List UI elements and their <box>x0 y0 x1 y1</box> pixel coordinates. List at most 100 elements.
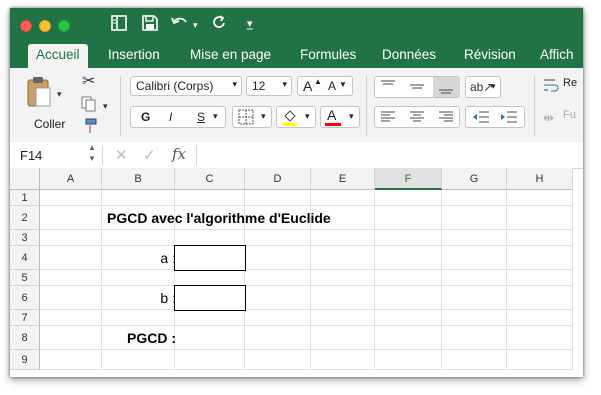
align-middle-icon[interactable] <box>408 79 426 99</box>
name-box-down-icon[interactable]: ▼ <box>88 154 96 163</box>
cell[interactable] <box>375 270 442 286</box>
underline-dropdown-icon[interactable]: ▾ <box>213 111 218 122</box>
enter-icon[interactable]: ✓ <box>143 146 156 164</box>
align-right-icon[interactable] <box>437 110 455 128</box>
cell[interactable] <box>375 286 442 310</box>
row-header[interactable]: 1 <box>10 190 40 206</box>
undo-dropdown-icon[interactable]: ▾ <box>193 15 198 35</box>
cell[interactable] <box>40 286 102 310</box>
cell[interactable] <box>311 286 375 310</box>
borders-button[interactable]: ▾ <box>232 106 272 128</box>
cell[interactable] <box>40 206 102 230</box>
grow-font-button[interactable]: A <box>303 78 312 94</box>
cell[interactable] <box>311 246 375 270</box>
cell[interactable] <box>245 190 311 206</box>
cell[interactable] <box>442 270 507 286</box>
cell[interactable] <box>375 350 442 370</box>
cell[interactable] <box>375 246 442 270</box>
align-center-icon[interactable] <box>408 110 426 128</box>
name-box-up-icon[interactable]: ▲ <box>88 143 96 152</box>
cell[interactable] <box>311 230 375 246</box>
increase-indent-icon[interactable] <box>499 110 519 128</box>
cell[interactable] <box>40 190 102 206</box>
cell[interactable] <box>40 230 102 246</box>
minimize-button[interactable] <box>39 20 51 32</box>
cell[interactable] <box>442 326 507 350</box>
cell[interactable] <box>375 230 442 246</box>
align-top-icon[interactable] <box>379 79 397 99</box>
cell[interactable] <box>40 326 102 350</box>
cell[interactable] <box>40 310 102 326</box>
cell[interactable] <box>375 326 442 350</box>
cell[interactable] <box>442 310 507 326</box>
cell[interactable] <box>442 206 507 230</box>
zoom-button[interactable] <box>58 20 70 32</box>
wrap-text-label[interactable]: Re <box>563 77 577 89</box>
cell[interactable] <box>175 326 245 350</box>
cell[interactable] <box>245 286 311 310</box>
cell[interactable] <box>175 310 245 326</box>
cell[interactable] <box>507 206 573 230</box>
tab-0[interactable]: Accueil <box>28 44 88 68</box>
tab-3[interactable]: Formules <box>300 44 356 68</box>
row-header[interactable]: 2 <box>10 206 40 230</box>
name-box[interactable]: F14 <box>20 148 42 163</box>
tab-1[interactable]: Insertion <box>108 44 160 68</box>
cell[interactable] <box>311 270 375 286</box>
row-header[interactable]: 8 <box>10 326 40 350</box>
cell[interactable] <box>507 246 573 270</box>
close-button[interactable] <box>20 20 32 32</box>
cell[interactable] <box>507 350 573 370</box>
tab-5[interactable]: Révision <box>464 44 516 68</box>
cell[interactable] <box>245 326 311 350</box>
copy-dropdown-icon[interactable]: ▾ <box>103 98 108 114</box>
redo-icon[interactable] <box>210 14 228 38</box>
column-header[interactable]: G <box>442 168 507 190</box>
cell[interactable] <box>40 246 102 270</box>
cell[interactable] <box>245 270 311 286</box>
cell[interactable] <box>507 190 573 206</box>
input-a[interactable] <box>174 245 246 271</box>
sidebar-icon[interactable] <box>110 14 128 38</box>
cell[interactable] <box>311 350 375 370</box>
bold-button[interactable]: G <box>141 110 150 124</box>
wrap-text-icon[interactable] <box>543 78 561 96</box>
row-header[interactable]: 4 <box>10 246 40 270</box>
merge-label[interactable]: Fu <box>563 109 576 121</box>
insert-function-icon[interactable]: fx <box>172 145 186 163</box>
align-left-icon[interactable] <box>379 110 397 128</box>
undo-icon[interactable] <box>170 14 190 38</box>
column-header[interactable]: B <box>102 168 175 190</box>
save-icon[interactable] <box>141 14 159 38</box>
format-painter-icon[interactable] <box>82 118 98 138</box>
cell[interactable] <box>40 270 102 286</box>
tab-2[interactable]: Mise en page <box>190 44 271 68</box>
cell[interactable] <box>175 230 245 246</box>
cell[interactable] <box>311 190 375 206</box>
cell[interactable] <box>102 270 175 286</box>
cell[interactable] <box>507 270 573 286</box>
cell[interactable] <box>375 310 442 326</box>
cell[interactable] <box>311 310 375 326</box>
cancel-icon[interactable]: ✕ <box>115 146 128 164</box>
cell[interactable] <box>375 206 442 230</box>
merge-icon[interactable]: ⇹ <box>543 110 554 126</box>
paste-dropdown-icon[interactable]: ▾ <box>57 86 62 102</box>
tab-6[interactable]: Affich <box>540 44 574 68</box>
input-b[interactable] <box>174 285 246 311</box>
column-header[interactable]: F <box>375 168 442 190</box>
cell[interactable] <box>175 190 245 206</box>
tab-4[interactable]: Données <box>382 44 436 68</box>
cut-icon[interactable]: ✂ <box>82 74 95 90</box>
cell[interactable] <box>102 350 175 370</box>
row-header[interactable]: 5 <box>10 270 40 286</box>
copy-icon[interactable] <box>81 96 97 116</box>
cell[interactable] <box>245 310 311 326</box>
cell[interactable] <box>507 326 573 350</box>
cell[interactable] <box>102 190 175 206</box>
cell[interactable] <box>40 350 102 370</box>
cell[interactable] <box>507 286 573 310</box>
column-header[interactable]: C <box>175 168 245 190</box>
cell[interactable] <box>311 326 375 350</box>
italic-button[interactable]: I <box>169 110 172 124</box>
